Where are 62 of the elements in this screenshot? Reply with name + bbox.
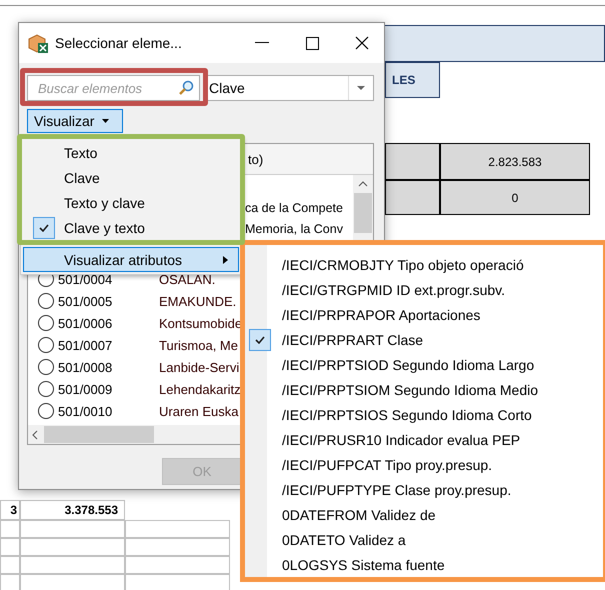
scroll-up-icon: [358, 181, 368, 187]
element-name: Lanbide-Servi: [159, 360, 240, 374]
menu-item[interactable]: 0DATETO Validez a: [245, 527, 603, 552]
empty-cell: [0, 520, 20, 538]
empty-cell: [0, 574, 20, 590]
search-field[interactable]: Buscar elementos: [27, 75, 200, 101]
element-key: 501/0005: [58, 294, 155, 308]
element-name: EMAKUNDE.: [159, 294, 236, 308]
element-name: OSALAN.: [159, 272, 216, 286]
menu-item[interactable]: /IECI/GTRGPMID ID ext.progr.subv.: [245, 277, 603, 302]
checkmark-icon: [39, 224, 49, 232]
radio-button[interactable]: [38, 381, 54, 397]
menu-item[interactable]: /IECI/PRPTSIOD Segundo Idioma Largo: [245, 352, 603, 377]
menu-item[interactable]: Clave y texto: [23, 215, 239, 240]
menu-item[interactable]: Visualizar atributos: [23, 247, 239, 272]
caret-icon: [357, 86, 365, 90]
element-key: 501/0009: [58, 382, 155, 396]
menu-item[interactable]: /IECI/PRPRART Clase: [245, 327, 603, 352]
maximize-icon: [306, 36, 318, 50]
radio-button[interactable]: [38, 293, 54, 309]
minimize-icon: [255, 42, 269, 44]
search-icon: [178, 80, 194, 96]
radio-button[interactable]: [38, 337, 54, 353]
display-dropdown[interactable]: Clave: [205, 75, 374, 101]
radio-button[interactable]: [38, 359, 54, 375]
scrollbar-thumb[interactable]: [354, 193, 372, 233]
empty-cell: [0, 556, 20, 574]
element-key: 501/0007: [58, 338, 155, 352]
scrollbar-thumb[interactable]: [44, 426, 154, 443]
empty-cell: [0, 538, 20, 556]
element-name: Kontsumobide: [159, 316, 242, 330]
element-name: Turismoa, Me: [159, 338, 238, 352]
radio-button[interactable]: [38, 403, 54, 419]
menu-item[interactable]: /IECI/PUFPTYPE Clase proy.presup.: [245, 477, 603, 502]
header-cell: LES: [385, 62, 440, 98]
value-cell: 0: [440, 180, 590, 215]
value-cell: 3.378.553: [20, 500, 125, 520]
caret-icon: [102, 119, 110, 123]
checkmark-icon: [255, 336, 265, 344]
submenu-arrow-icon: [223, 256, 228, 264]
scroll-left-icon: [32, 430, 38, 440]
menu-item[interactable]: 0DATEFROM Validez de: [245, 502, 603, 527]
value-cell: 2.823.583: [440, 143, 590, 180]
close-icon: [355, 36, 369, 50]
menu-item[interactable]: /IECI/CRMOBJTY Tipo objeto operació: [245, 252, 603, 277]
radio-button[interactable]: [38, 315, 54, 331]
menu-item[interactable]: /IECI/PUFPCAT Tipo proy.presup.: [245, 452, 603, 477]
element-key: 501/0004: [58, 272, 155, 286]
menu-item[interactable]: /IECI/PRPTSIOS Segundo Idioma Corto: [245, 402, 603, 427]
element-name: Lehendakaritz: [159, 382, 241, 396]
menu-item[interactable]: /IECI/PRPRAPOR Aportaciones: [245, 302, 603, 327]
element-key: 501/0008: [58, 360, 155, 374]
element-key: 501/0006: [58, 316, 155, 330]
menu-item[interactable]: /IECI/PRPTSIOM Segundo Idioma Medio: [245, 377, 603, 402]
element-key: 501/0010: [58, 404, 155, 418]
value-cell: 3: [0, 500, 20, 520]
menu-item[interactable]: /IECI/PRUSR10 Indicador evalua PEP: [245, 427, 603, 452]
element-name: Uraren Euska: [159, 404, 238, 418]
menu-item[interactable]: Texto y clave: [23, 190, 239, 215]
window-title: Seleccionar eleme...: [55, 35, 183, 51]
visualizar-button[interactable]: Visualizar: [27, 109, 123, 133]
menu-item[interactable]: 0LOGSYS Sistema fuente: [245, 552, 603, 577]
